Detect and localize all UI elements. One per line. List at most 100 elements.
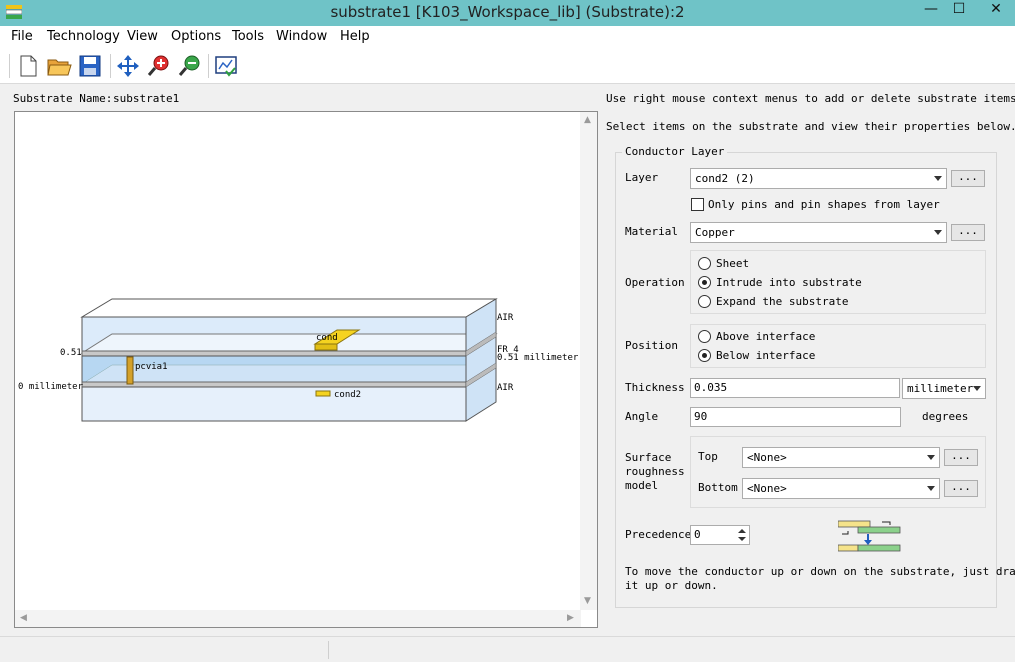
- roughness-top-value: <None>: [747, 451, 787, 464]
- operation-label: Operation: [625, 276, 685, 289]
- precedence-label: Precedence: [625, 528, 692, 541]
- interface-top[interactable]: [81, 350, 467, 357]
- operation-expand-label: Expand the substrate: [716, 295, 849, 308]
- operation-expand-radio[interactable]: [698, 295, 711, 308]
- toolbar-separator: [208, 54, 209, 78]
- operation-intrude-radio[interactable]: [698, 276, 711, 289]
- close-button[interactable]: ✕: [981, 0, 1011, 20]
- menu-options[interactable]: Options: [171, 29, 221, 44]
- thickness-unit-value: millimeter: [907, 382, 974, 395]
- roughness-top-more-button[interactable]: ...: [944, 449, 978, 466]
- open-folder-icon[interactable]: [46, 53, 72, 79]
- substrate-top-face: [80, 298, 498, 318]
- instruction-line-2: Select items on the substrate and view t…: [606, 120, 1015, 133]
- material-select[interactable]: Copper: [690, 222, 947, 243]
- thickness-input[interactable]: 0.035: [690, 378, 900, 398]
- roughness-top-select[interactable]: <None>: [742, 447, 940, 468]
- minimize-button[interactable]: —: [916, 0, 946, 20]
- only-pins-checkbox[interactable]: [691, 198, 704, 211]
- menu-file[interactable]: File: [11, 29, 33, 44]
- interface-bottom[interactable]: [81, 381, 467, 388]
- label-air-bottom: AIR: [497, 383, 514, 393]
- zoom-in-icon[interactable]: [146, 53, 172, 79]
- layer-label: Layer: [625, 171, 659, 184]
- label-air-top: AIR: [497, 313, 514, 323]
- layer-more-button[interactable]: ...: [951, 170, 985, 187]
- position-label: Position: [625, 339, 678, 352]
- only-pins-label: Only pins and pin shapes from layer: [708, 198, 940, 211]
- position-below-radio[interactable]: [698, 349, 711, 362]
- chevron-down-icon: [934, 176, 942, 181]
- angle-unit-label: degrees: [922, 410, 969, 423]
- label-interface-bottom: 0 millimeter: [18, 382, 84, 392]
- material-more-button[interactable]: ...: [951, 224, 985, 241]
- vertical-scrollbar[interactable]: ▲ ▼: [580, 112, 597, 610]
- scroll-left-icon[interactable]: ◀: [20, 613, 27, 623]
- precedence-value: 0: [694, 528, 701, 541]
- pan-icon[interactable]: [115, 53, 141, 79]
- title-bar[interactable]: substrate1 [K103_Workspace_lib] (Substra…: [0, 0, 1015, 26]
- chevron-down-icon: [934, 230, 942, 235]
- toolbar-separator: [110, 54, 111, 78]
- view-all-icon[interactable]: [213, 53, 239, 79]
- angle-input[interactable]: 90: [690, 407, 901, 427]
- label-cond2: cond2: [334, 390, 361, 400]
- horizontal-scrollbar[interactable]: ◀ ▶: [15, 610, 581, 627]
- thickness-label: Thickness: [625, 381, 685, 394]
- label-pcvia1: pcvia1: [135, 362, 168, 372]
- status-separator: [328, 641, 329, 659]
- roughness-label-line-3: model: [625, 479, 659, 492]
- save-icon[interactable]: [77, 53, 103, 79]
- scroll-right-icon[interactable]: ▶: [567, 613, 574, 623]
- new-file-icon[interactable]: [15, 53, 41, 79]
- precedence-diagram-icon: [838, 520, 901, 552]
- position-above-radio[interactable]: [698, 330, 711, 343]
- roughness-label-line-1: Surface: [625, 451, 672, 464]
- menu-technology[interactable]: Technology: [47, 29, 120, 44]
- substrate-diagram[interactable]: cond pcvia1 cond2 AIR FR_4 0.51 millimet…: [15, 112, 581, 610]
- conductor-cond2[interactable]: [315, 390, 331, 397]
- substrate-side-face: [465, 298, 497, 422]
- menu-view[interactable]: View: [127, 29, 158, 44]
- label-fr4-thickness: 0.51 millimeter: [497, 353, 579, 363]
- roughness-bottom-label: Bottom: [698, 481, 738, 494]
- roughness-bottom-more-button[interactable]: ...: [944, 480, 978, 497]
- roughness-bottom-select[interactable]: <None>: [742, 478, 940, 499]
- thickness-unit-select[interactable]: millimeter: [902, 378, 986, 399]
- label-interface-top: 0.51: [60, 348, 82, 358]
- material-label: Material: [625, 225, 678, 238]
- material-select-value: Copper: [695, 226, 735, 239]
- operation-sheet-radio[interactable]: [698, 257, 711, 270]
- help-text-line-2: it up or down.: [625, 579, 718, 592]
- toolbar-separator: [9, 54, 10, 78]
- label-cond: cond: [316, 333, 338, 343]
- substrate-canvas[interactable]: cond pcvia1 cond2 AIR FR_4 0.51 millimet…: [14, 111, 598, 628]
- spin-arrows-icon[interactable]: [737, 528, 747, 542]
- via-pcvia1[interactable]: [126, 356, 134, 385]
- substrate-name-label: Substrate Name:: [13, 92, 113, 105]
- conductor-layer-title: Conductor Layer: [622, 145, 728, 158]
- status-bar: [0, 636, 1015, 662]
- menu-bar: File Technology View Options Tools Windo…: [0, 26, 1015, 48]
- layer-air-bottom[interactable]: [81, 386, 467, 422]
- window-title: substrate1 [K103_Workspace_lib] (Substra…: [330, 3, 685, 21]
- operation-sheet-label: Sheet: [716, 257, 750, 270]
- conductor-cond-front[interactable]: [314, 343, 338, 351]
- chevron-down-icon: [927, 486, 935, 491]
- menu-window[interactable]: Window: [276, 29, 327, 44]
- toolbar: [0, 48, 1015, 84]
- menu-tools[interactable]: Tools: [232, 29, 264, 44]
- scroll-up-icon[interactable]: ▲: [584, 115, 591, 125]
- interface-top-plane: [80, 333, 498, 354]
- zoom-out-icon[interactable]: [177, 53, 203, 79]
- position-below-label: Below interface: [716, 349, 816, 362]
- roughness-top-label: Top: [698, 450, 718, 463]
- precedence-spinbox[interactable]: 0: [690, 525, 750, 545]
- menu-help[interactable]: Help: [340, 29, 370, 44]
- maximize-button[interactable]: ☐: [944, 0, 974, 20]
- instruction-line-1: Use right mouse context menus to add or …: [606, 92, 1015, 105]
- substrate-name-value: substrate1: [113, 92, 180, 105]
- position-above-label: Above interface: [716, 330, 816, 343]
- scroll-down-icon[interactable]: ▼: [584, 596, 591, 606]
- layer-select[interactable]: cond2 (2): [690, 168, 947, 189]
